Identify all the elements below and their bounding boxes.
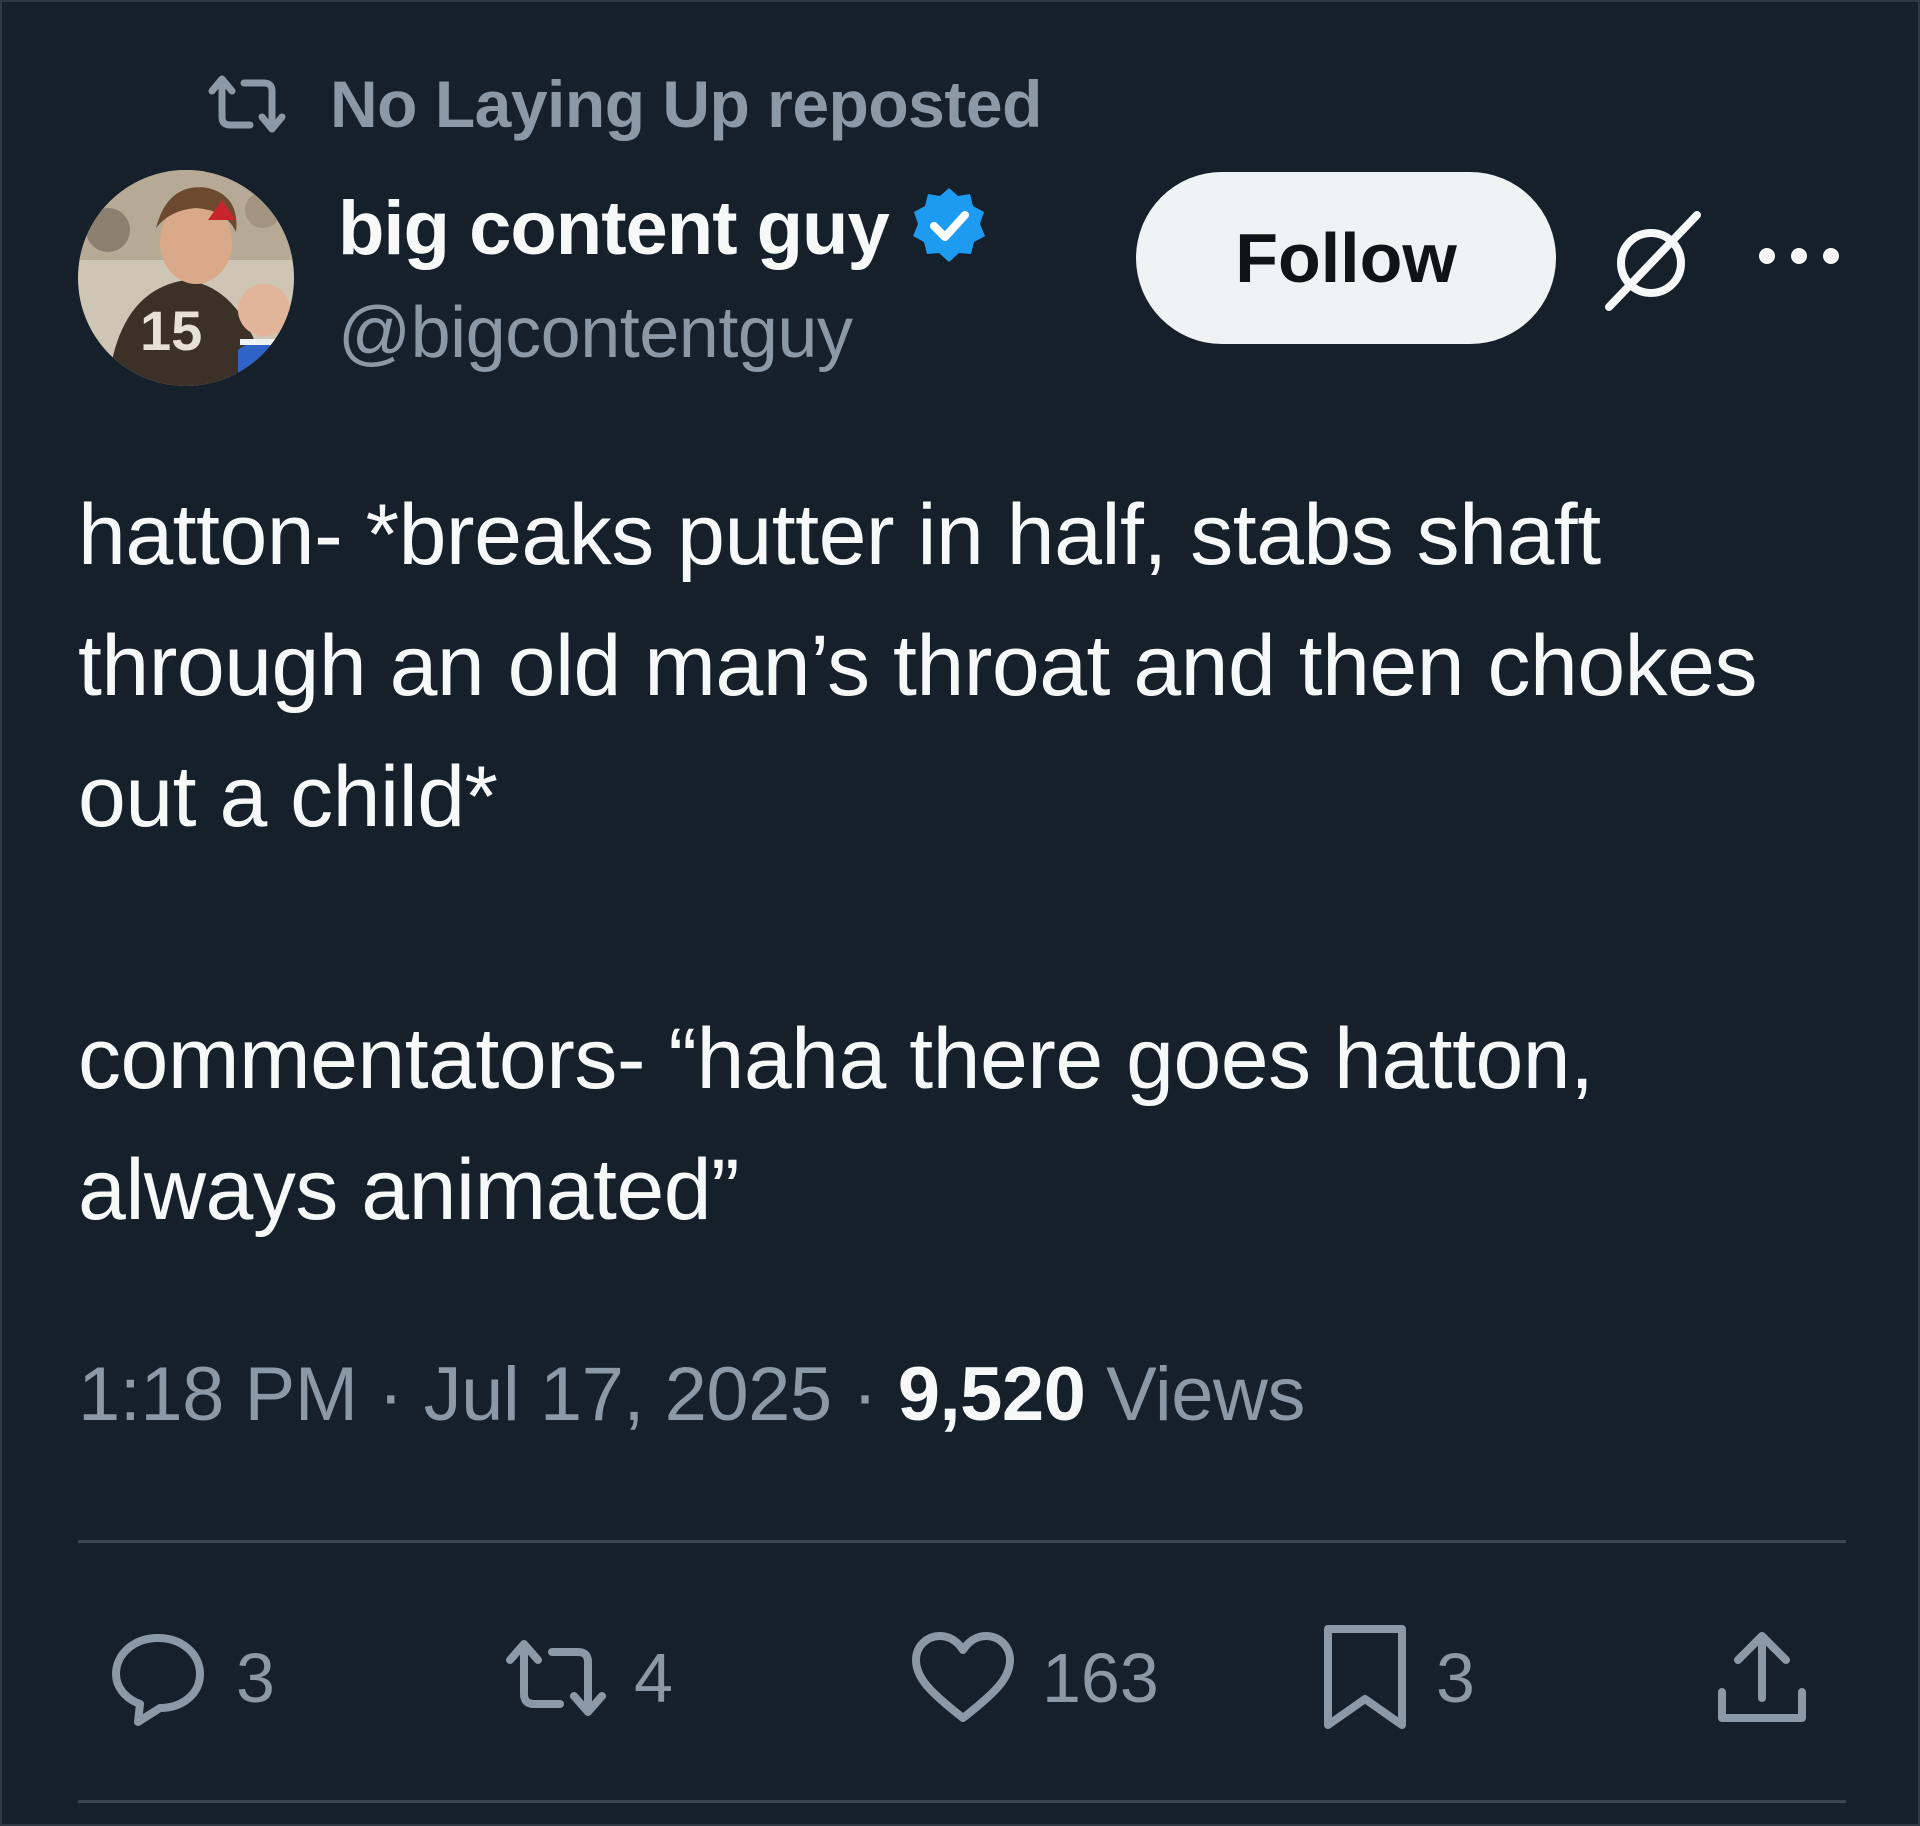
like-button[interactable]: 163: [910, 1618, 1159, 1738]
bookmark-count: 3: [1436, 1639, 1475, 1717]
meta-separator: ·: [831, 1352, 898, 1437]
repost-icon: [206, 73, 288, 135]
like-count: 163: [1042, 1639, 1159, 1717]
reply-button[interactable]: 3: [106, 1618, 275, 1738]
grok-icon: [1601, 209, 1705, 318]
repost-icon: [504, 1638, 608, 1718]
more-icon: [1757, 246, 1841, 271]
repost-label: No Laying Up reposted: [330, 67, 1042, 141]
views-count[interactable]: 9,520: [898, 1352, 1086, 1437]
avatar[interactable]: 15: [78, 170, 294, 386]
divider: [78, 1800, 1846, 1803]
reply-icon: [106, 1626, 210, 1730]
tweet-text: hatton- *breaks putter in half, stabs sh…: [78, 487, 1757, 1238]
reply-count: 3: [236, 1639, 275, 1717]
tweet-time[interactable]: 1:18 PM: [78, 1352, 358, 1437]
follow-button[interactable]: Follow: [1136, 172, 1556, 344]
share-button[interactable]: [1712, 1618, 1812, 1738]
repost-count: 4: [634, 1639, 673, 1717]
svg-text:15: 15: [140, 299, 202, 362]
grok-button[interactable]: [1598, 208, 1708, 318]
tweet-date[interactable]: Jul 17, 2025: [424, 1352, 833, 1437]
verified-badge-icon[interactable]: [907, 184, 991, 273]
views-label: Views: [1106, 1352, 1305, 1437]
bookmark-icon: [1320, 1623, 1410, 1733]
bookmark-button[interactable]: 3: [1320, 1618, 1475, 1738]
more-button[interactable]: [1754, 228, 1844, 288]
tweet-meta: 1:18 PM · Jul 17, 2025 · 9,520 Views: [78, 1340, 1305, 1450]
divider: [78, 1540, 1846, 1543]
meta-separator: ·: [357, 1352, 424, 1437]
share-icon: [1712, 1628, 1812, 1728]
author-name-row[interactable]: big content guy: [338, 180, 991, 276]
repost-context[interactable]: No Laying Up reposted: [206, 64, 1042, 144]
heart-icon: [910, 1630, 1016, 1726]
repost-button[interactable]: 4: [504, 1618, 673, 1738]
author-handle[interactable]: @bigcontentguy: [338, 292, 853, 374]
tweet-card: No Laying Up reposted 15 big content guy: [0, 0, 1920, 1826]
display-name[interactable]: big content guy: [338, 185, 890, 272]
